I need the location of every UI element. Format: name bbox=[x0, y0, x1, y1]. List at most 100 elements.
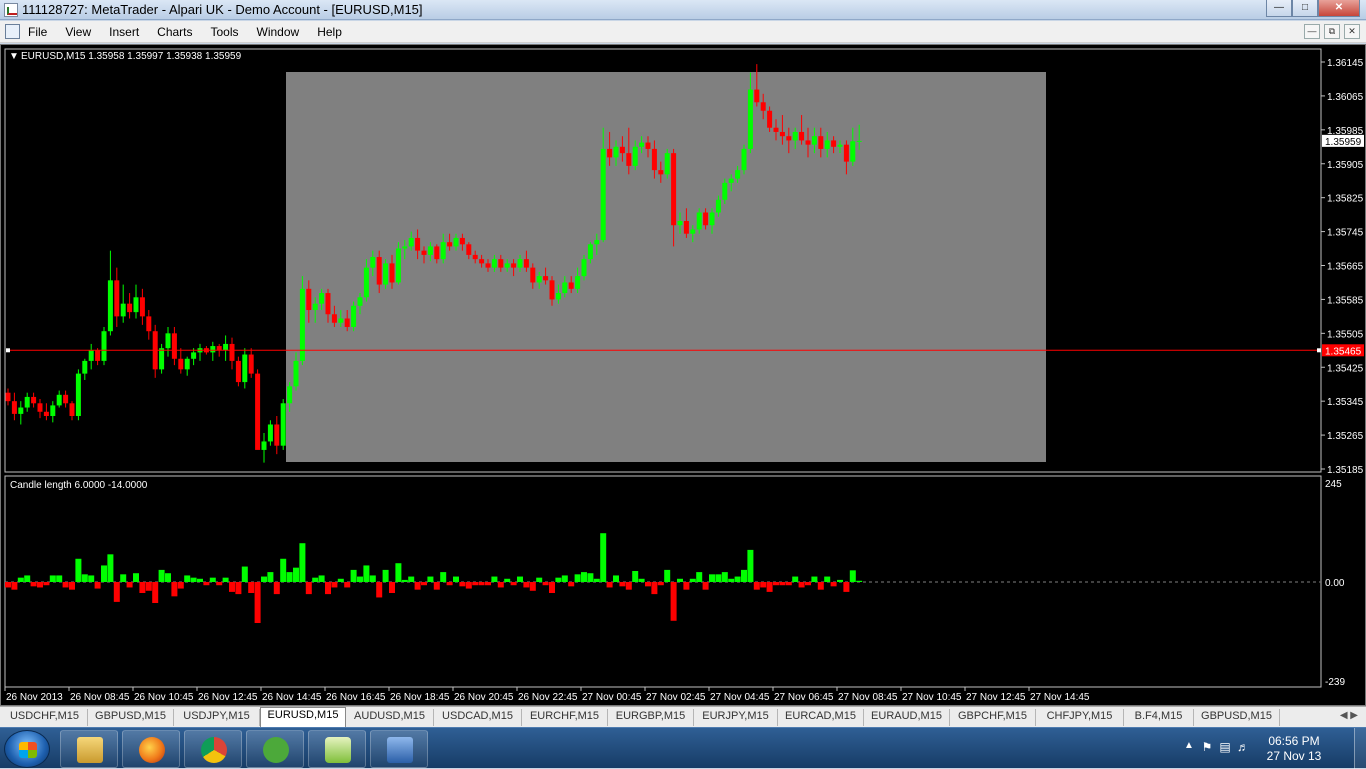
indicator-bar-down bbox=[389, 582, 395, 594]
indicator-bar-up bbox=[395, 563, 402, 582]
clock[interactable]: 06:56 PM 27 Nov 13 bbox=[1254, 734, 1334, 764]
bull-candle bbox=[594, 240, 600, 245]
bull-candle bbox=[18, 407, 24, 414]
close-button[interactable]: ✕ bbox=[1318, 0, 1360, 17]
indicator-bar-up bbox=[190, 577, 197, 582]
tab-eurcad-m15[interactable]: EURCAD,M15 bbox=[778, 709, 864, 726]
child-restore-button[interactable]: ⧉ bbox=[1324, 24, 1340, 39]
time-label: 26 Nov 22:45 bbox=[518, 692, 578, 703]
bull-candle bbox=[747, 89, 753, 149]
indicator-bar-down bbox=[145, 582, 152, 591]
indicator-bar-up bbox=[561, 575, 568, 582]
network-icon[interactable]: ▤ bbox=[1218, 740, 1232, 754]
indicator-bar-up bbox=[197, 578, 203, 582]
bull-candle bbox=[280, 403, 286, 446]
tab-usdjpy-m15[interactable]: USDJPY,M15 bbox=[174, 709, 260, 726]
indicator-bar-up bbox=[517, 576, 523, 582]
tab-eurchf-m15[interactable]: EURCHF,M15 bbox=[522, 709, 608, 726]
tab-b-f4-m15[interactable]: B.F4,M15 bbox=[1124, 709, 1194, 726]
metatrader-app-icon[interactable] bbox=[4, 3, 18, 17]
indicator-bar-down bbox=[542, 582, 549, 586]
bull-candle bbox=[632, 146, 638, 166]
bear-candle bbox=[754, 89, 760, 103]
menu-view[interactable]: View bbox=[65, 25, 101, 39]
indicator-bar-down bbox=[459, 582, 466, 587]
price-chart[interactable]: 1.361451.360651.359851.359051.358251.357… bbox=[1, 45, 1365, 705]
maximize-button[interactable]: □ bbox=[1292, 0, 1318, 17]
indicator-bar-down bbox=[766, 582, 773, 592]
menu-tools[interactable]: Tools bbox=[211, 25, 249, 39]
action-center-icon[interactable]: ⚑ bbox=[1200, 740, 1214, 754]
bull-candle bbox=[50, 405, 56, 417]
explorer-icon[interactable] bbox=[60, 730, 118, 768]
tab-gbpusd-m15[interactable]: GBPUSD,M15 bbox=[88, 709, 174, 726]
bear-candle bbox=[498, 259, 504, 268]
utorrent-icon[interactable] bbox=[246, 730, 304, 768]
child-minimize-button[interactable]: — bbox=[1304, 24, 1320, 39]
indicator-bar-up bbox=[587, 573, 594, 582]
tab-audusd-m15[interactable]: AUDUSD,M15 bbox=[346, 709, 434, 726]
minimize-button[interactable]: — bbox=[1266, 0, 1292, 17]
bull-candle bbox=[363, 267, 369, 298]
time-label: 26 Nov 16:45 bbox=[326, 692, 386, 703]
indicator-bar-up bbox=[811, 576, 818, 582]
bear-candle bbox=[831, 140, 837, 147]
indicator-bar-up bbox=[632, 570, 639, 582]
indicator-bar-down bbox=[657, 582, 664, 586]
indicator-bar-down bbox=[5, 582, 11, 588]
document-icon[interactable] bbox=[5, 24, 20, 39]
tab-gbpusd-m15[interactable]: GBPUSD,M15 bbox=[1194, 709, 1280, 726]
tab-euraud-m15[interactable]: EURAUD,M15 bbox=[864, 709, 950, 726]
tab-gbpchf-m15[interactable]: GBPCHF,M15 bbox=[950, 709, 1036, 726]
tab-usdcad-m15[interactable]: USDCAD,M15 bbox=[434, 709, 522, 726]
indicator-bar-up bbox=[17, 577, 24, 582]
indicator-bar-down bbox=[497, 582, 504, 588]
tab-eurgbp-m15[interactable]: EURGBP,M15 bbox=[608, 709, 694, 726]
menu-file[interactable]: File bbox=[28, 25, 57, 39]
indicator-bar-down bbox=[485, 582, 491, 586]
start-button[interactable] bbox=[4, 730, 50, 768]
bear-candle bbox=[568, 282, 574, 289]
bear-candle bbox=[703, 212, 709, 226]
bull-candle bbox=[88, 350, 94, 361]
bull-candle bbox=[741, 148, 747, 171]
tab-eurjpy-m15[interactable]: EURJPY,M15 bbox=[694, 709, 778, 726]
chrome-icon[interactable] bbox=[184, 730, 242, 768]
show-desktop-button[interactable] bbox=[1354, 728, 1366, 769]
indicator-bar-up bbox=[734, 576, 741, 582]
volume-icon[interactable]: ♬ bbox=[1236, 740, 1250, 754]
bear-candle bbox=[479, 259, 485, 264]
indicator-bar-up bbox=[56, 575, 63, 582]
indicator-bar-down bbox=[325, 582, 331, 595]
bull-candle bbox=[677, 220, 683, 226]
menu-bar: File View Insert Charts Tools Window Hel… bbox=[0, 21, 1366, 43]
indicator-bar-up bbox=[107, 554, 114, 582]
menu-charts[interactable]: Charts bbox=[157, 25, 202, 39]
bear-candle bbox=[459, 237, 465, 245]
show-hidden-icons-icon[interactable]: ▲ bbox=[1184, 740, 1194, 751]
tab-chfjpy-m15[interactable]: CHFJPY,M15 bbox=[1036, 709, 1124, 726]
bear-candle bbox=[95, 350, 101, 361]
indicator-bar-down bbox=[773, 582, 779, 586]
indicator-bar-up bbox=[709, 574, 715, 582]
metatrader-icon[interactable] bbox=[308, 730, 366, 768]
chart-window[interactable]: 1.36145 1.36065 1.35985 1.35905 1.35825 1.357… bbox=[0, 44, 1366, 706]
menu-help[interactable]: Help bbox=[317, 25, 352, 39]
tab-usdchf-m15[interactable]: USDCHF,M15 bbox=[2, 709, 88, 726]
word-icon[interactable] bbox=[370, 730, 428, 768]
menu-window[interactable]: Window bbox=[257, 25, 310, 39]
bull-candle bbox=[242, 354, 248, 383]
indicator-bar-up bbox=[184, 575, 191, 582]
indicator-bar-up bbox=[792, 576, 799, 582]
tab-eurusd-m15[interactable]: EURUSD,M15 bbox=[260, 707, 346, 727]
child-close-button[interactable]: ✕ bbox=[1344, 24, 1360, 39]
tab-scroll-arrows-icon[interactable]: ◀ ▶ bbox=[1340, 710, 1358, 721]
bear-candle bbox=[325, 293, 331, 315]
menu-insert[interactable]: Insert bbox=[109, 25, 149, 39]
hline-price-label: 1.35465 bbox=[1325, 346, 1362, 357]
firefox-icon[interactable] bbox=[122, 730, 180, 768]
indicator-bar-down bbox=[43, 582, 50, 586]
indicator-bar-down bbox=[203, 582, 210, 586]
indicator-bar-up bbox=[638, 578, 645, 582]
indicator-bar-up bbox=[491, 576, 498, 582]
